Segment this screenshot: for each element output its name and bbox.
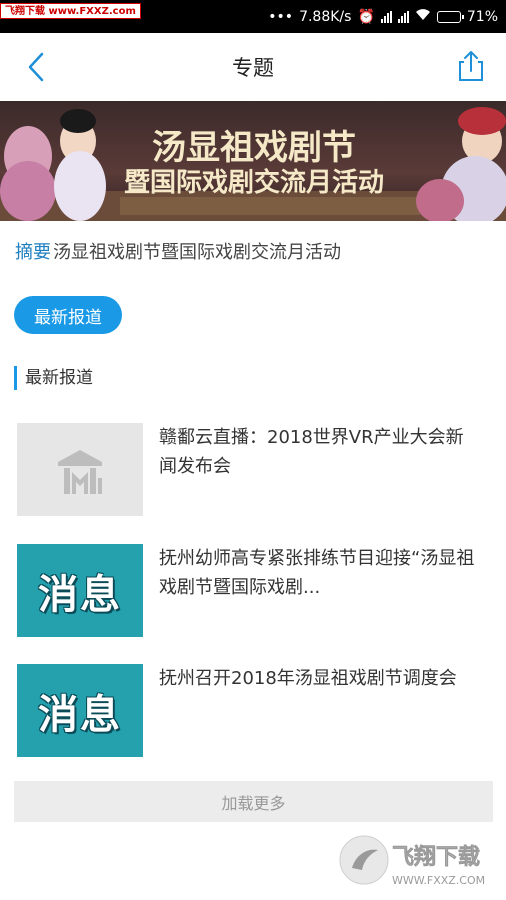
signal-icon-2 — [397, 10, 409, 23]
news-item[interactable]: 消息 抚州召开2018年汤显祖戏剧节调度会 — [17, 664, 493, 757]
share-button[interactable] — [456, 49, 486, 83]
thumb-text: 消息 — [38, 571, 122, 618]
news-item[interactable]: 消息 抚州幼师高专紧张排练节目迎接“汤显祖戏剧节暨国际戏剧... — [17, 544, 493, 637]
news-thumbnail: 消息 — [17, 664, 143, 757]
thumb-text: 消息 — [38, 691, 122, 738]
summary-label: 摘要 — [15, 242, 51, 263]
chevron-left-icon — [28, 52, 44, 82]
nav-bar: 专题 — [0, 33, 506, 101]
banner-line1: 汤显祖戏剧节 — [152, 128, 356, 168]
back-button[interactable] — [22, 51, 52, 83]
watermark-logo-icon: 飞翔下载 WWW.FXXZ.COM — [339, 835, 485, 887]
news-item[interactable]: 赣鄱云直播：2018世界VR产业大会新闻发布会 — [17, 423, 493, 516]
net-speed: 7.88K/s — [299, 8, 352, 25]
dots-icon: ••• — [268, 8, 294, 25]
news-thumbnail: 消息 — [17, 544, 143, 637]
share-icon — [459, 51, 483, 81]
news-title: 抚州幼师高专紧张排练节目迎接“汤显祖戏剧节暨国际戏剧... — [159, 548, 475, 598]
status-icons: ••• 7.88K/s ⏰ 71% — [268, 9, 498, 25]
watermark-bottom: 飞翔下载 WWW.FXXZ.COM — [338, 834, 498, 892]
banner-line2: 暨国际戏剧交流月活动 — [124, 167, 384, 198]
banner-image: 汤显祖戏剧节 暨国际戏剧交流月活动 — [0, 101, 506, 221]
load-more-button[interactable]: 加载更多 — [14, 781, 493, 822]
topic-banner: 汤显祖戏剧节 暨国际戏剧交流月活动 — [0, 101, 506, 221]
section-title: 最新报道 — [14, 366, 93, 390]
alarm-icon: ⏰ — [357, 8, 375, 25]
summary-text: 汤显祖戏剧节暨国际戏剧交流月活动 — [53, 242, 341, 263]
watermark-top: 飞翔下载 www.FXXZ.com — [0, 3, 141, 19]
watermark-url: WWW.FXXZ.COM — [392, 874, 485, 887]
page-title: 专题 — [232, 56, 274, 80]
tab-latest-reports[interactable]: 最新报道 — [14, 296, 122, 334]
status-bar: 飞翔下载 www.FXXZ.com ••• 7.88K/s ⏰ 71% — [0, 0, 506, 33]
battery-icon — [436, 10, 464, 23]
summary: 摘要 汤显祖戏剧节暨国际戏剧交流月活动 — [15, 238, 341, 264]
news-thumbnail — [17, 423, 143, 516]
placeholder-logo-icon — [58, 449, 102, 494]
news-title: 赣鄱云直播：2018世界VR产业大会新闻发布会 — [159, 427, 464, 477]
wifi-icon — [415, 8, 431, 25]
news-title: 抚州召开2018年汤显祖戏剧节调度会 — [159, 668, 457, 689]
signal-icon — [380, 10, 392, 23]
battery-text: 71% — [466, 8, 498, 25]
watermark-brand: 飞翔下载 — [392, 844, 480, 870]
